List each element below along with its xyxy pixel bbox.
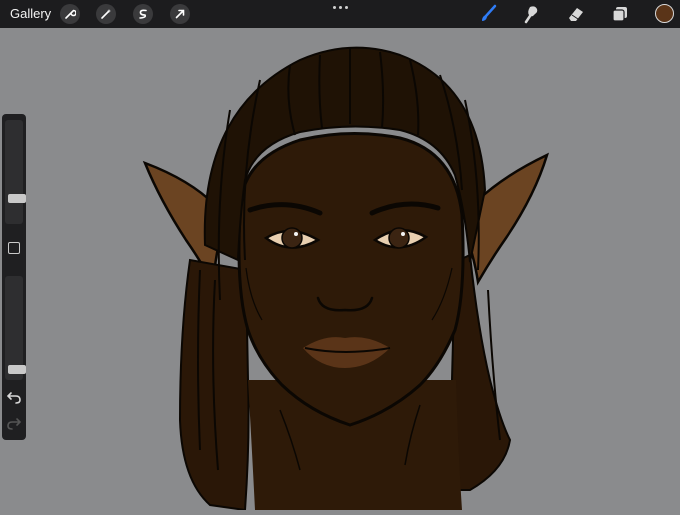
brush-size-thumb[interactable] (8, 194, 26, 203)
color-swatch[interactable] (655, 4, 674, 23)
smudge-icon[interactable] (521, 3, 543, 25)
transform-arrow-icon[interactable] (170, 4, 190, 24)
brush-size-slider[interactable] (5, 120, 26, 224)
opacity-thumb[interactable] (8, 365, 26, 374)
wrench-icon[interactable] (60, 4, 80, 24)
eraser-icon[interactable] (565, 3, 587, 25)
elf-portrait (142, 46, 550, 512)
modify-button[interactable] (8, 242, 20, 254)
magic-wand-icon[interactable] (96, 4, 116, 24)
top-toolbar: Gallery (0, 0, 680, 28)
left-iris (281, 227, 303, 249)
drawing-canvas[interactable] (0, 28, 680, 512)
redo-icon[interactable] (6, 416, 22, 430)
layers-icon[interactable] (609, 3, 631, 25)
brush-icon[interactable] (478, 3, 500, 25)
selection-icon[interactable] (133, 4, 153, 24)
opacity-slider[interactable] (5, 276, 26, 380)
more-options-icon[interactable] (331, 2, 349, 12)
side-toolbar (2, 114, 26, 440)
undo-icon[interactable] (6, 390, 22, 404)
right-iris (388, 227, 410, 249)
gallery-button[interactable]: Gallery (10, 6, 51, 21)
